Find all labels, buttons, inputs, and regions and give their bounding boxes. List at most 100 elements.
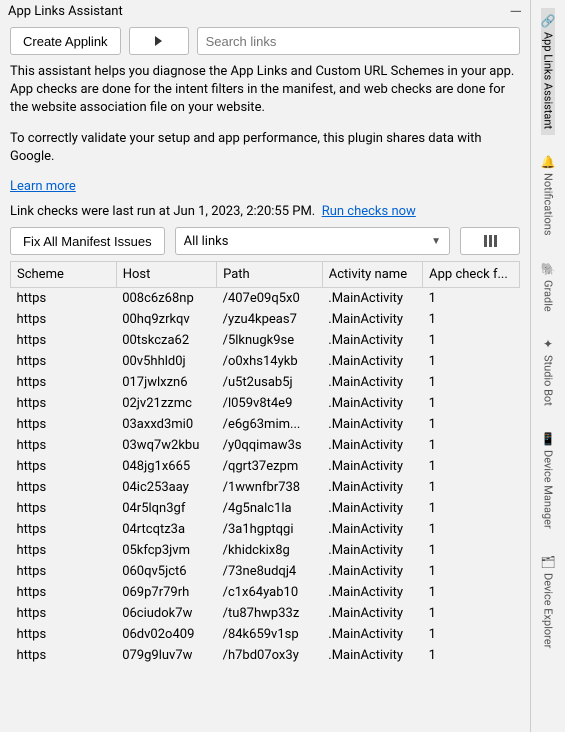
cell-appcheck: 1: [423, 645, 520, 666]
columns-button[interactable]: [460, 227, 520, 255]
table-row[interactable]: https048jg1x665/qgrt37ezpm.MainActivity1: [11, 456, 520, 477]
cell-appcheck: 1: [423, 582, 520, 603]
notifications-icon: 🔔: [541, 155, 556, 169]
cell-appcheck: 1: [423, 393, 520, 414]
cell-activity: .MainActivity: [322, 540, 422, 561]
cell-appcheck: 1: [423, 498, 520, 519]
cell-activity: .MainActivity: [322, 372, 422, 393]
col-host[interactable]: Host: [116, 262, 216, 288]
rail-item-app-links-assistant[interactable]: 🔗App Links Assistant: [541, 8, 556, 135]
table-row[interactable]: https00v5hhld0j/o0xhs14ykb.MainActivity1: [11, 351, 520, 372]
rail-item-notifications[interactable]: 🔔Notifications: [541, 149, 556, 242]
table-row[interactable]: https04rtcqtz3a/3a1hgptqgi.MainActivity1: [11, 519, 520, 540]
cell-activity: .MainActivity: [322, 624, 422, 645]
cell-scheme: https: [11, 498, 117, 519]
cell-appcheck: 1: [423, 603, 520, 624]
cell-appcheck: 1: [423, 624, 520, 645]
cell-host: 06ciudok7w: [116, 603, 216, 624]
cell-path: /e6g63mim...: [217, 414, 323, 435]
table-row[interactable]: https03axxd3mi0/e6g63mim....MainActivity…: [11, 414, 520, 435]
col-scheme[interactable]: Scheme: [11, 262, 117, 288]
table-row[interactable]: https04r5lqn3gf/4g5nalc1la.MainActivity1: [11, 498, 520, 519]
learn-more-link[interactable]: Learn more: [10, 179, 76, 194]
run-button[interactable]: [129, 27, 189, 55]
cell-path: /h7bd07ox3y: [217, 645, 323, 666]
rail-item-gradle[interactable]: 🐘Gradle: [541, 256, 556, 318]
status-time: Jun 1, 2023, 2:20:55 PM.: [173, 204, 315, 219]
cell-scheme: https: [11, 330, 117, 351]
cell-scheme: https: [11, 309, 117, 330]
table-row[interactable]: https017jwlxzn6/u5t2usab5j.MainActivity1: [11, 372, 520, 393]
cell-scheme: https: [11, 624, 117, 645]
table-row[interactable]: https06ciudok7w/tu87hwp33z.MainActivity1: [11, 603, 520, 624]
table-row[interactable]: https079g9luv7w/h7bd07ox3y.MainActivity1: [11, 645, 520, 666]
col-activity[interactable]: Activity name: [322, 262, 422, 288]
cell-host: 04rtcqtz3a: [116, 519, 216, 540]
table-row[interactable]: https00tskcza62/5lknugk9se.MainActivity1: [11, 330, 520, 351]
cell-host: 05kfcp3jvm: [116, 540, 216, 561]
table-row[interactable]: https060qv5jct6/73ne8udqj4.MainActivity1: [11, 561, 520, 582]
cell-appcheck: 1: [423, 519, 520, 540]
cell-path: /407e09q5x0: [217, 288, 323, 310]
table-row[interactable]: https008c6z68np/407e09q5x0.MainActivity1: [11, 288, 520, 310]
cell-scheme: https: [11, 393, 117, 414]
chevron-down-icon: ▼: [431, 236, 441, 247]
table-row[interactable]: https02jv21zzmc/l059v8t4e9.MainActivity1: [11, 393, 520, 414]
cell-activity: .MainActivity: [322, 645, 422, 666]
cell-host: 00v5hhld0j: [116, 351, 216, 372]
rail-label: Gradle: [542, 280, 555, 312]
columns-icon: [484, 235, 497, 247]
cell-host: 079g9luv7w: [116, 645, 216, 666]
cell-path: /c1x64yab10: [217, 582, 323, 603]
play-icon: [155, 36, 162, 46]
cell-activity: .MainActivity: [322, 309, 422, 330]
rail-item-device-explorer[interactable]: 🗂Device Explorer: [540, 549, 555, 654]
search-input[interactable]: [197, 27, 520, 55]
col-appcheck[interactable]: App check f...: [423, 262, 520, 288]
fix-manifest-button[interactable]: Fix All Manifest Issues: [10, 227, 165, 255]
cell-host: 060qv5jct6: [116, 561, 216, 582]
table-row[interactable]: https00hq9zrkqv/yzu4kpeas7.MainActivity1: [11, 309, 520, 330]
run-checks-link[interactable]: Run checks now: [322, 204, 416, 219]
cell-host: 02jv21zzmc: [116, 393, 216, 414]
cell-activity: .MainActivity: [322, 561, 422, 582]
cell-host: 06dv02o409: [116, 624, 216, 645]
cell-scheme: https: [11, 372, 117, 393]
table-row[interactable]: https069p7r79rh/c1x64yab10.MainActivity1: [11, 582, 520, 603]
device-explorer-icon: 🗂: [540, 555, 555, 569]
status-prefix: Link checks were last run at: [10, 204, 173, 219]
cell-scheme: https: [11, 435, 117, 456]
cell-appcheck: 1: [423, 330, 520, 351]
cell-scheme: https: [11, 288, 117, 310]
cell-activity: .MainActivity: [322, 435, 422, 456]
cell-appcheck: 1: [423, 561, 520, 582]
cell-path: /qgrt37ezpm: [217, 456, 323, 477]
cell-path: /yzu4kpeas7: [217, 309, 323, 330]
cell-scheme: https: [11, 414, 117, 435]
cell-path: /u5t2usab5j: [217, 372, 323, 393]
col-path[interactable]: Path: [217, 262, 323, 288]
cell-scheme: https: [11, 561, 117, 582]
filter-dropdown[interactable]: All links ▼: [175, 227, 450, 255]
table-row[interactable]: https05kfcp3jvm/khidckix8g.MainActivity1: [11, 540, 520, 561]
right-tool-rail: 🔗App Links Assistant 🔔Notifications 🐘Gradl…: [530, 0, 565, 732]
create-applink-button[interactable]: Create Applink: [10, 27, 121, 55]
rail-item-studio-bot[interactable]: ✦Studio Bot: [542, 331, 555, 412]
cell-scheme: https: [11, 456, 117, 477]
cell-appcheck: 1: [423, 540, 520, 561]
cell-scheme: https: [11, 540, 117, 561]
cell-appcheck: 1: [423, 288, 520, 310]
cell-path: /4g5nalc1la: [217, 498, 323, 519]
minimize-icon[interactable]: —: [510, 8, 523, 16]
table-row[interactable]: https04ic253aay/1wwnfbr738.MainActivity1: [11, 477, 520, 498]
cell-appcheck: 1: [423, 414, 520, 435]
cell-host: 048jg1x665: [116, 456, 216, 477]
cell-activity: .MainActivity: [322, 498, 422, 519]
cell-scheme: https: [11, 645, 117, 666]
cell-host: 00hq9zrkqv: [116, 309, 216, 330]
table-row[interactable]: https06dv02o409/84k659v1sp.MainActivity1: [11, 624, 520, 645]
cell-activity: .MainActivity: [322, 288, 422, 310]
panel-title: App Links Assistant: [8, 4, 123, 19]
table-row[interactable]: https03wq7w2kbu/y0qqimaw3s.MainActivity1: [11, 435, 520, 456]
rail-item-device-manager[interactable]: 📱Device Manager: [541, 426, 556, 535]
